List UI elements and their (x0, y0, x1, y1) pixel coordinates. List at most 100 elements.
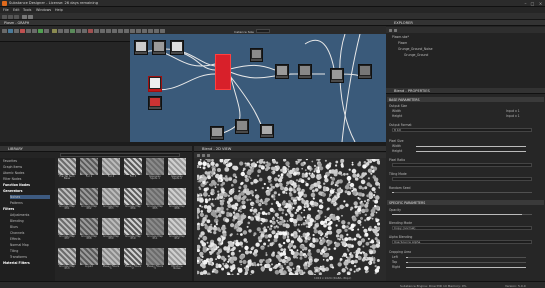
output-format-field[interactable]: 8 bit (392, 128, 532, 132)
library-thumbnail[interactable]: Grunge Map 003 (102, 188, 120, 211)
library-tree-item[interactable]: Patterns (10, 201, 23, 205)
library-tree-item[interactable]: Material Filters (3, 261, 30, 265)
tiling-mode-field[interactable] (392, 177, 532, 181)
graph-node[interactable] (148, 96, 162, 110)
graph-node[interactable] (330, 68, 344, 83)
library-thumbnail[interactable]: Fur 1 (80, 158, 98, 181)
graph-tool-icon[interactable] (94, 29, 99, 33)
library-tree-item[interactable]: Normal Map (10, 243, 29, 247)
library-thumbnail[interactable]: Messy Fibers 3 (146, 248, 164, 271)
explorer-item[interactable]: Plasm (398, 41, 407, 45)
view2d-tool-icon[interactable] (202, 154, 205, 157)
graph-tool-icon[interactable] (136, 29, 141, 33)
library-thumbnail[interactable]: Messy Fibers 1 (102, 248, 120, 271)
crop-left-slider[interactable] (406, 257, 526, 259)
graph-node[interactable] (298, 64, 312, 79)
undo-icon[interactable] (22, 14, 27, 19)
random-seed-slider[interactable] (392, 192, 532, 194)
menu-edit[interactable]: Edit (13, 8, 20, 12)
library-thumbnail[interactable]: Moisture Noise (168, 248, 186, 271)
minimize-icon[interactable]: – (522, 1, 529, 6)
library-tree-item[interactable]: Blurs (10, 225, 18, 229)
library-search-input[interactable] (60, 153, 180, 157)
base-parameters-header[interactable]: BASE PARAMETERS (387, 97, 544, 102)
library-thumbnail[interactable]: Grunge Map 012 (168, 218, 186, 241)
library-tree-item[interactable]: Blending (10, 219, 24, 223)
graph-tool-icon[interactable] (118, 29, 123, 33)
graph-node[interactable] (148, 76, 162, 92)
library-tree-item[interactable]: Generators (3, 189, 23, 193)
prop-height-value[interactable]: Input x 1 (506, 114, 520, 118)
graph-tool-icon[interactable] (160, 29, 165, 33)
alpha-blending-select[interactable]: Use Source Alpha (392, 240, 532, 244)
library-thumbnail[interactable]: Fractal Sum Base (58, 158, 76, 181)
library-thumbnail[interactable]: Fur 3 (124, 158, 142, 181)
graph-node[interactable] (358, 64, 372, 79)
crop-top-slider[interactable] (406, 262, 526, 264)
graph-tool-icon[interactable] (70, 29, 75, 33)
graph-tool-icon[interactable] (26, 29, 31, 33)
new-icon[interactable] (2, 14, 7, 19)
library-tree-item[interactable]: Atomic Nodes (3, 171, 24, 175)
menu-help[interactable]: Help (55, 8, 63, 12)
graph-tool-icon[interactable] (148, 29, 153, 33)
library-tree-item-selected[interactable]: Noises (10, 195, 50, 199)
library-tree-item[interactable]: Filter Nodes (3, 177, 21, 181)
graph-tool-icon[interactable] (58, 29, 63, 33)
explorer-open-icon[interactable] (394, 28, 397, 32)
maximize-icon[interactable]: □ (529, 1, 536, 6)
library-tree-item[interactable]: Transforms (10, 255, 27, 259)
graph-tool-icon[interactable] (82, 29, 87, 33)
library-thumbnail[interactable]: Grunge Map 004 (124, 188, 142, 211)
library-thumbnail[interactable]: Grunge Map 007 (58, 218, 76, 241)
graph-tool-icon[interactable] (20, 29, 25, 33)
graph-node[interactable] (152, 40, 166, 55)
graph-tool-icon[interactable] (88, 29, 93, 33)
graph-tool-icon[interactable] (100, 29, 105, 33)
redo-icon[interactable] (28, 14, 33, 19)
graph-tool-icon[interactable] (124, 29, 129, 33)
graph-tool-icon[interactable] (2, 29, 7, 33)
blending-mode-select[interactable]: Copy (normal) (392, 226, 532, 230)
library-tree-item[interactable]: Filters (3, 207, 14, 211)
library-tree-item[interactable]: Adjustments (10, 213, 29, 217)
library-thumbnail[interactable]: Liquid (80, 248, 98, 271)
graph-tool-icon[interactable] (38, 29, 43, 33)
library-tree-item[interactable]: Function Nodes (3, 183, 30, 187)
graph-node[interactable] (275, 64, 289, 79)
library-tree-item[interactable]: Channels (10, 231, 24, 235)
menu-file[interactable]: File (3, 8, 9, 12)
graph-tool-icon[interactable] (32, 29, 37, 33)
graph-tool-icon[interactable] (142, 29, 147, 33)
close-icon[interactable]: × (537, 1, 544, 6)
library-thumbnail[interactable]: Fur 2 (102, 158, 120, 181)
graph-tool-icon[interactable] (44, 29, 49, 33)
graph-tool-icon[interactable] (64, 29, 69, 33)
library-tree-item[interactable]: Tiling (10, 249, 18, 253)
save-icon[interactable] (14, 14, 19, 19)
pixel-height-slider[interactable] (416, 151, 526, 153)
library-tree-item[interactable]: Effects (10, 237, 21, 241)
explorer-item[interactable]: Plasm.sbs* (392, 35, 409, 39)
graph-tool-icon[interactable] (154, 29, 159, 33)
library-tree-item[interactable]: Favorites (3, 159, 17, 163)
library-thumbnail[interactable]: Gaussian Spots 2 (168, 158, 186, 181)
explorer-new-icon[interactable] (389, 28, 392, 32)
graph-node[interactable] (134, 40, 148, 55)
view2d-tool-icon[interactable] (197, 154, 200, 157)
texture-preview[interactable] (197, 159, 380, 275)
library-thumbnail[interactable]: Grunge Map 005 (146, 188, 164, 211)
graph-node[interactable] (250, 48, 263, 62)
library-thumbnail[interactable]: Grunge Map 001 (58, 188, 76, 211)
library-thumbnail[interactable]: Grunge Map 011 (146, 218, 164, 241)
graph-node[interactable] (260, 124, 274, 138)
view2d-tool-icon[interactable] (207, 154, 210, 157)
menu-tools[interactable]: Tools (23, 8, 31, 12)
graph-tool-icon[interactable] (14, 29, 19, 33)
selected-blend-node[interactable] (215, 54, 231, 90)
graph-tool-icon[interactable] (106, 29, 111, 33)
library-thumbnail[interactable]: Grunge Map 002 (80, 188, 98, 211)
library-thumbnail[interactable]: Grunge Map 010 (124, 218, 142, 241)
library-thumbnail[interactable]: Gaussian Spots 1 (146, 158, 164, 181)
graph-canvas[interactable] (130, 34, 386, 142)
